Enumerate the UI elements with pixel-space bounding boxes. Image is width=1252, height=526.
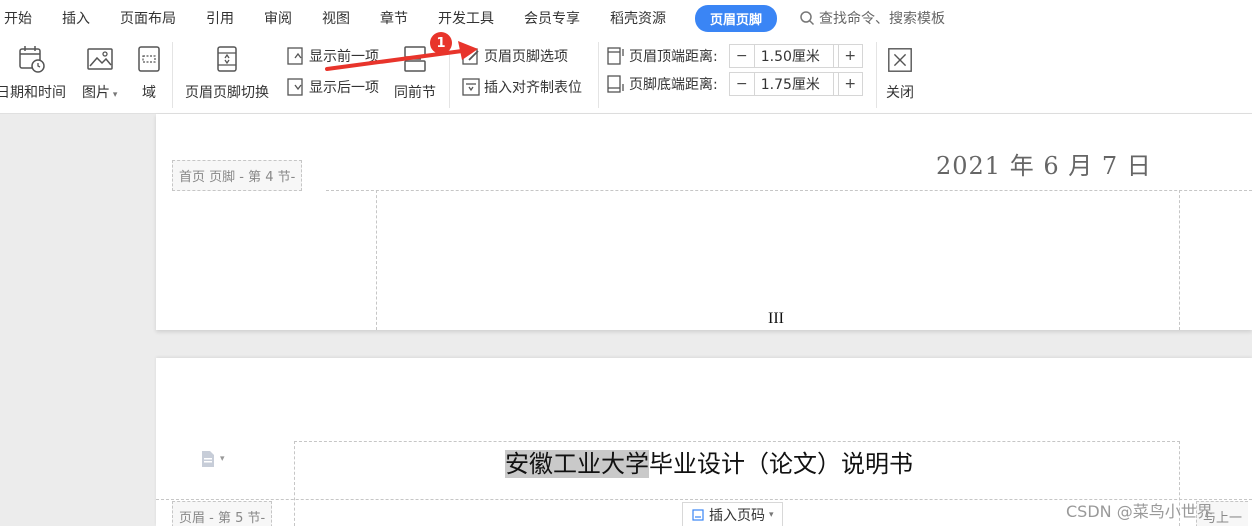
show-next-icon — [287, 78, 303, 96]
footer-bottom-distance-stepper[interactable]: − 1.75厘米 + — [728, 72, 863, 96]
command-search[interactable]: 查找命令、搜索模板 — [799, 8, 945, 28]
date-time-button[interactable]: 日期和时间 — [0, 44, 66, 102]
ribbon-separator — [876, 42, 877, 108]
footer-distance-icon — [607, 75, 624, 93]
insert-align-tab-label: 插入对齐制表位 — [484, 80, 582, 96]
date-time-label: 日期和时间 — [0, 85, 66, 101]
header-distance-icon — [607, 47, 624, 65]
header-title-highlight: 安徽工业大学 — [505, 450, 649, 478]
picture-icon — [86, 48, 113, 70]
footer-bottom-minus-button[interactable]: − — [730, 73, 754, 95]
search-placeholder: 查找命令、搜索模板 — [819, 11, 946, 27]
watermark: CSDN @菜鸟小世界 — [1066, 502, 1213, 521]
header-top-distance-label: 页眉顶端距离: — [629, 49, 718, 65]
picture-button[interactable]: 图片 ▾ — [82, 44, 117, 102]
close-icon — [888, 48, 912, 72]
show-previous-button[interactable]: 显示前一项 — [286, 46, 379, 66]
search-icon — [800, 11, 815, 26]
document-icon — [202, 451, 214, 467]
edit-options-icon — [462, 48, 479, 65]
same-as-previous-label: 同前节 — [394, 85, 436, 101]
ribbon: 日期和时间 图片 ▾ 域 页眉页脚切换 显示前一项 显示后一项 同前节 页眉页脚… — [0, 36, 1252, 114]
menu-developer[interactable]: 开发工具 — [423, 8, 509, 28]
header-left-guide — [294, 441, 295, 526]
menu-bar: 开始 插入 页面布局 引用 审阅 视图 章节 开发工具 会员专享 稻壳资源 页眉… — [0, 0, 1252, 36]
chevron-down-icon: ▾ — [769, 510, 774, 520]
switch-icon — [217, 46, 237, 72]
menu-docer[interactable]: 稻壳资源 — [595, 8, 681, 28]
field-label: 域 — [142, 85, 156, 101]
align-tab-icon — [462, 78, 480, 96]
footer-page-number[interactable]: III — [768, 310, 784, 328]
picture-label: 图片 ▾ — [82, 85, 118, 101]
document-page-footer: 2021 年 6 月 7 日 首页 页脚 - 第 4 节- III — [156, 114, 1252, 330]
footer-bottom-distance-row: 页脚底端距离: − 1.75厘米 + — [606, 72, 863, 96]
menu-page-layout[interactable]: 页面布局 — [105, 8, 191, 28]
header-footer-options-label: 页眉页脚选项 — [484, 49, 568, 65]
show-next-button[interactable]: 显示后一项 — [286, 77, 379, 97]
header-top-minus-button[interactable]: − — [730, 45, 754, 67]
header-top-distance-input[interactable]: 1.50厘米 — [753, 45, 834, 67]
page-number-icon — [692, 509, 704, 521]
insert-page-number-button[interactable]: 插入页码 ▾ — [682, 502, 783, 526]
show-previous-label: 显示前一项 — [309, 49, 379, 65]
footer-date: 2021 年 6 月 7 日 — [936, 152, 1152, 180]
menu-member[interactable]: 会员专享 — [509, 8, 595, 28]
footer-bottom-distance-label: 页脚底端距离: — [629, 77, 718, 93]
header-top-distance-stepper[interactable]: − 1.50厘米 + — [728, 44, 863, 68]
header-section-tag: 页眉 - 第 5 节- — [172, 501, 273, 526]
insert-align-tab-button[interactable]: 插入对齐制表位 — [461, 77, 582, 97]
switch-label: 页眉页脚切换 — [185, 85, 269, 101]
chevron-down-icon: ▾ — [220, 454, 225, 464]
footer-bottom-plus-button[interactable]: + — [837, 73, 862, 95]
header-footer-switch-button[interactable]: 页眉页脚切换 — [185, 44, 269, 102]
show-next-label: 显示后一项 — [309, 80, 379, 96]
menu-view[interactable]: 视图 — [307, 8, 365, 28]
document-options-control[interactable]: ▾ — [200, 450, 225, 468]
header-top-plus-button[interactable]: + — [837, 45, 862, 67]
header-top-distance-row: 页眉顶端距离: − 1.50厘米 + — [606, 44, 863, 68]
first-page-footer-tag: 首页 页脚 - 第 4 节- — [172, 160, 303, 191]
calendar-clock-icon — [19, 46, 45, 73]
show-previous-icon — [287, 47, 303, 65]
insert-page-number-label: 插入页码 — [709, 508, 765, 524]
ribbon-separator — [598, 42, 599, 108]
menu-references[interactable]: 引用 — [191, 8, 249, 28]
ribbon-separator — [172, 42, 173, 108]
ribbon-separator — [449, 42, 450, 108]
close-header-footer-button[interactable]: 关闭 — [886, 46, 914, 102]
field-button[interactable]: 域 — [134, 44, 164, 102]
menu-start[interactable]: 开始 — [0, 8, 47, 28]
close-label: 关闭 — [886, 85, 914, 101]
menu-section[interactable]: 章节 — [365, 8, 423, 28]
link-pages-icon — [404, 46, 426, 72]
same-as-previous-button[interactable]: 同前节 — [394, 44, 436, 102]
menu-header-footer-tab[interactable]: 页眉页脚 — [695, 4, 778, 32]
header-title-rest: 毕业设计（论文）说明书 — [649, 450, 913, 478]
menu-review[interactable]: 审阅 — [249, 8, 307, 28]
header-title[interactable]: 安徽工业大学毕业设计（论文）说明书 — [505, 444, 913, 479]
field-icon — [138, 46, 160, 72]
header-top-boundary — [294, 441, 1180, 442]
footer-boundary-line — [326, 190, 1252, 191]
annotation-step-badge: 1 — [430, 32, 452, 54]
header-footer-options-button[interactable]: 页眉页脚选项 — [461, 46, 568, 66]
right-margin-guide — [1179, 190, 1180, 330]
footer-bottom-distance-input[interactable]: 1.75厘米 — [753, 73, 834, 95]
menu-insert[interactable]: 插入 — [47, 8, 105, 28]
left-margin-guide — [376, 190, 377, 330]
